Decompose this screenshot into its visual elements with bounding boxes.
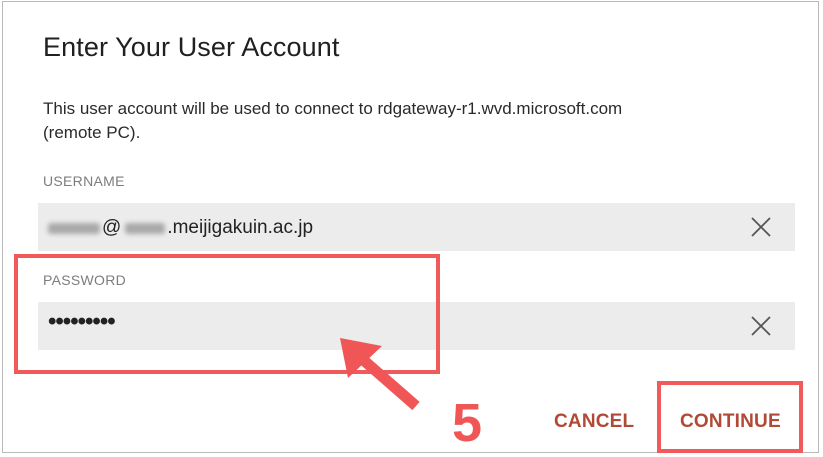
username-domain: .meijigakuin.ac.jp xyxy=(167,217,314,238)
password-clear-button[interactable] xyxy=(749,314,773,338)
close-icon xyxy=(751,217,771,237)
redacted-username-part xyxy=(48,222,100,234)
arrow-up-left-icon xyxy=(340,338,420,411)
username-label: USERNAME xyxy=(43,173,125,189)
close-icon xyxy=(751,316,771,336)
username-value: @ .meijigakuin.ac.jp xyxy=(48,217,313,239)
cancel-button[interactable]: CANCEL xyxy=(554,411,634,433)
dialog-description: This user account will be used to connec… xyxy=(43,99,623,142)
username-at-sign: @ xyxy=(102,217,122,238)
username-clear-button[interactable] xyxy=(749,215,773,239)
step-number: 5 xyxy=(452,393,483,453)
dialog-title: Enter Your User Account xyxy=(43,32,340,62)
redacted-domain-part xyxy=(125,222,166,234)
continue-highlight-box xyxy=(657,381,803,453)
username-field[interactable]: @ .meijigakuin.ac.jp xyxy=(38,203,795,251)
